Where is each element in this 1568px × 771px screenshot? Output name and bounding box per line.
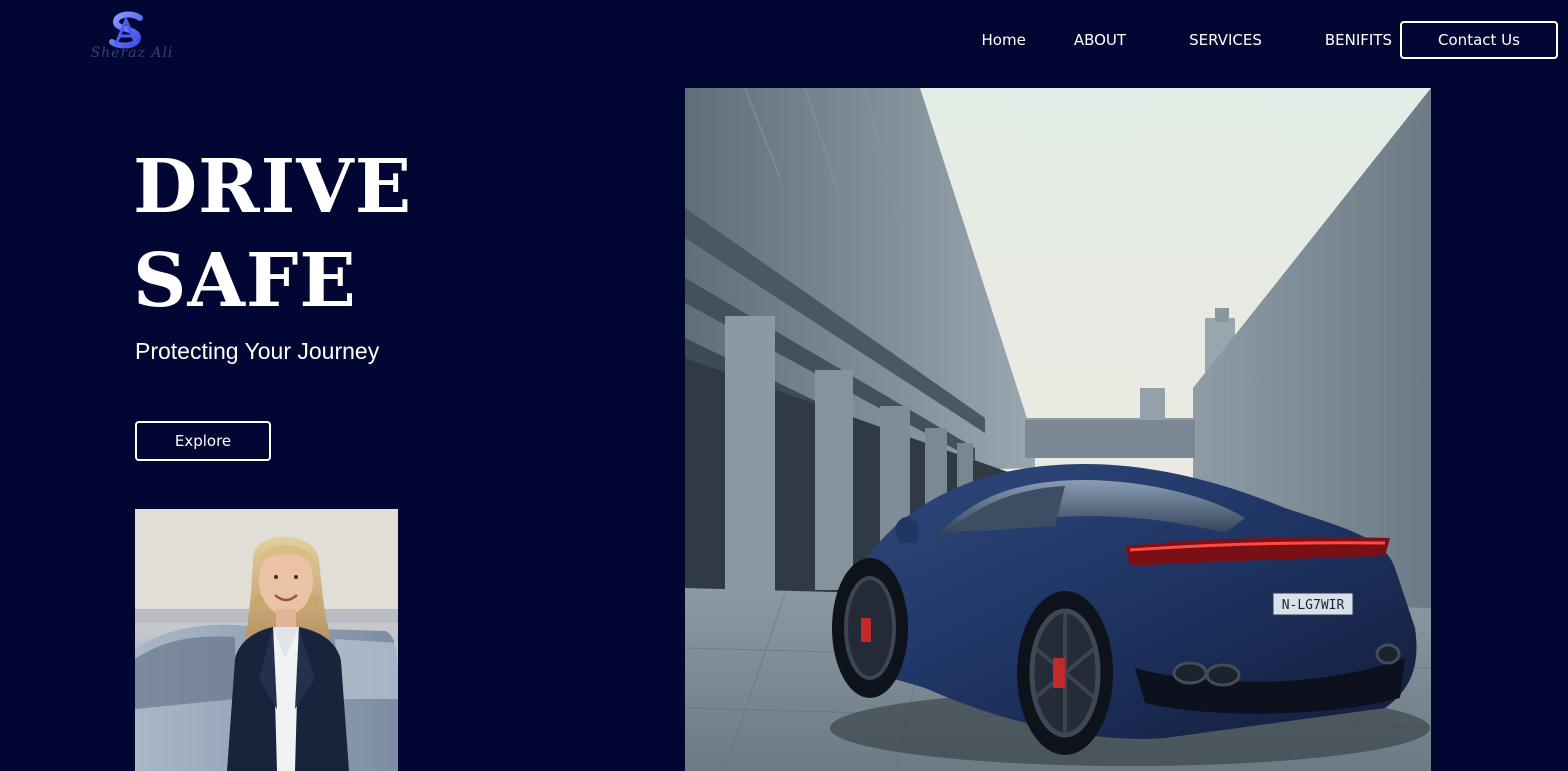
explore-button[interactable]: Explore [135, 421, 271, 461]
portrait-image [135, 509, 398, 771]
hero-title-line-2: SAFE [133, 238, 357, 324]
hero-car-image: N-LG7WIR [685, 88, 1431, 771]
nav-services[interactable]: SERVICES [1189, 31, 1262, 49]
hero-subtitle: Protecting Your Journey [135, 338, 380, 364]
license-plate-text: N-LG7WIR [1282, 598, 1345, 613]
nav-benifits[interactable]: BENIFITS [1325, 31, 1392, 49]
logo-text: Sheraz Ali [90, 45, 174, 61]
site-logo[interactable]: Sheraz Ali [74, 10, 186, 66]
hero-title-line-1: DRIVE [133, 144, 413, 230]
hero-title: DRIVE SAFE [133, 140, 412, 328]
main-nav: Home ABOUT SERVICES BENIFITS Contact Us [982, 20, 1558, 60]
page: Sheraz Ali Home ABOUT SERVICES BENIFITS … [0, 0, 1568, 771]
contact-us-button[interactable]: Contact Us [1400, 21, 1558, 59]
nav-about[interactable]: ABOUT [1074, 31, 1126, 49]
nav-home[interactable]: Home [982, 31, 1026, 49]
